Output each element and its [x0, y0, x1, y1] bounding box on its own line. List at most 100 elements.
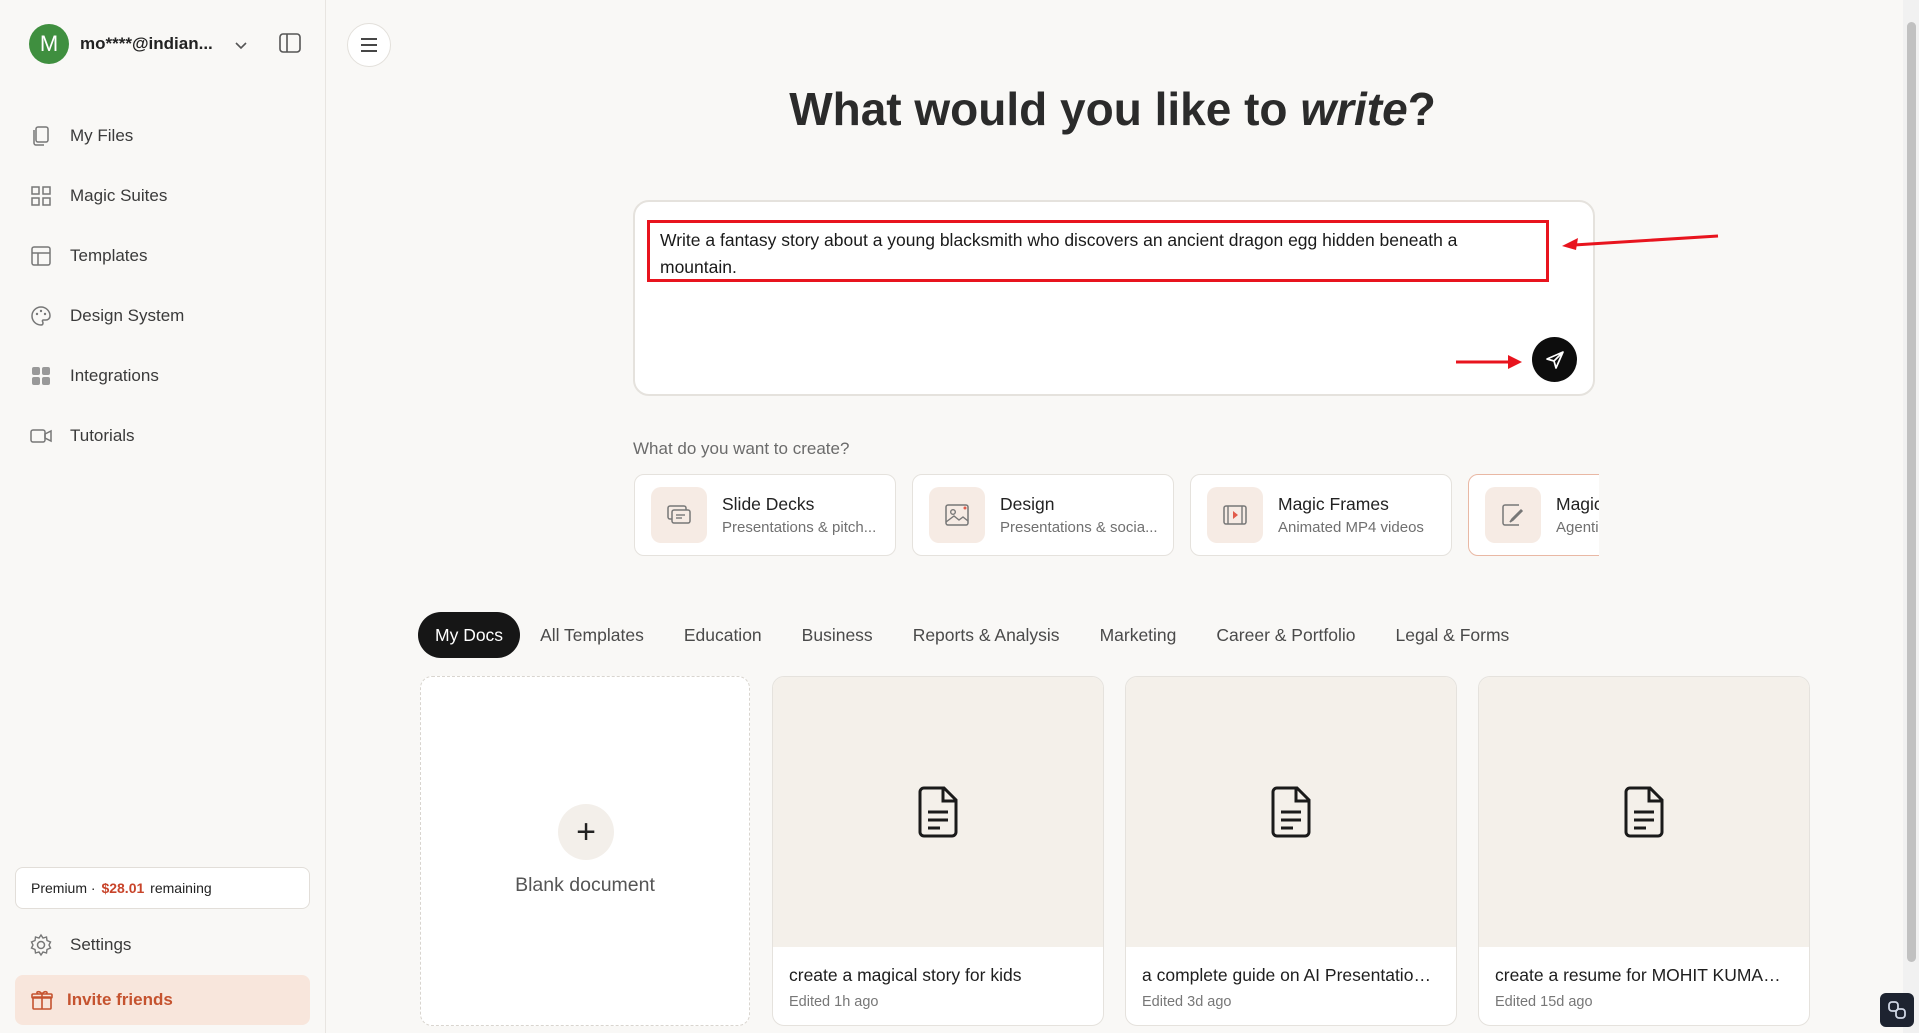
- video-icon: [30, 429, 52, 443]
- layout-icon: [31, 246, 51, 266]
- card-icon-wrap: [1485, 487, 1541, 543]
- doc-thumbnail: [1479, 677, 1809, 947]
- edit-doc-icon: [1502, 504, 1524, 526]
- premium-prefix: Premium ·: [31, 880, 100, 896]
- chevron-down-icon[interactable]: [233, 37, 249, 53]
- create-cards: Slide Decks Presentations & pitch... Des…: [633, 474, 1599, 558]
- sidebar-item-templates[interactable]: Templates: [29, 226, 309, 286]
- menu-button[interactable]: [347, 23, 391, 67]
- doc-edited: Edited 15d ago: [1495, 994, 1593, 1010]
- card-magic-frames[interactable]: Magic Frames Animated MP4 videos: [1190, 474, 1452, 556]
- premium-amount: $28.01: [101, 880, 145, 896]
- sidebar-item-my-files[interactable]: My Files: [29, 106, 309, 166]
- tab-career-portfolio[interactable]: Career & Portfolio: [1196, 612, 1375, 658]
- tab-education[interactable]: Education: [664, 612, 782, 658]
- sidebar-item-magic-suites[interactable]: Magic Suites: [29, 166, 309, 226]
- sidebar-item-label: Magic Suites: [70, 186, 168, 205]
- slides-icon: [667, 505, 691, 524]
- sidebar-nav: My Files Magic Suites Templates Design S…: [29, 106, 309, 466]
- sidebar-item-label: Templates: [70, 246, 148, 265]
- tab-marketing[interactable]: Marketing: [1080, 612, 1197, 658]
- card-subtitle: Presentations & pitch...: [722, 519, 877, 536]
- link-icon: [1888, 1001, 1906, 1019]
- premium-suffix: remaining: [146, 880, 212, 896]
- card-icon-wrap: [651, 487, 707, 543]
- gift-icon: [31, 990, 53, 1010]
- doc-edited: Edited 1h ago: [789, 994, 879, 1010]
- doc-title: a complete guide on AI Presentation ...: [1142, 965, 1440, 985]
- send-icon: [1545, 350, 1564, 369]
- card-title: Magic: [1556, 494, 1599, 514]
- invite-friends-button[interactable]: Invite friends: [15, 975, 310, 1025]
- scrollbar-thumb[interactable]: [1907, 22, 1916, 962]
- sidebar-item-label: Integrations: [70, 366, 159, 385]
- doc-thumbnail: [773, 677, 1103, 947]
- card-slide-decks[interactable]: Slide Decks Presentations & pitch...: [634, 474, 896, 556]
- sidebar-toggle-icon[interactable]: [279, 33, 301, 53]
- card-subtitle: Animated MP4 videos: [1278, 519, 1424, 536]
- document-icon: [1271, 786, 1311, 838]
- card-title: Design: [1000, 494, 1055, 514]
- prompt-input[interactable]: Write a fantasy story about a young blac…: [647, 220, 1549, 282]
- tab-business[interactable]: Business: [782, 612, 893, 658]
- hamburger-icon: [361, 38, 377, 52]
- annotation-arrow-icon: [1456, 355, 1522, 369]
- floating-widget[interactable]: [1880, 993, 1914, 1027]
- grid-icon: [31, 186, 51, 206]
- page-title: What would you like to write?: [326, 82, 1899, 136]
- apps-icon: [32, 367, 50, 385]
- invite-label: Invite friends: [67, 990, 173, 1009]
- avatar[interactable]: M: [29, 24, 69, 64]
- sidebar-item-label: My Files: [70, 126, 134, 145]
- card-icon-wrap: [1207, 487, 1263, 543]
- card-magic-writer[interactable]: Magic Agenti: [1468, 474, 1599, 556]
- tab-reports-analysis[interactable]: Reports & Analysis: [893, 612, 1080, 658]
- send-button[interactable]: [1532, 337, 1577, 382]
- doc-card[interactable]: create a magical story for kids Edited 1…: [772, 676, 1104, 1026]
- card-icon-wrap: [929, 487, 985, 543]
- premium-status[interactable]: Premium · $28.01 remaining: [15, 867, 310, 909]
- tab-my-docs[interactable]: My Docs: [418, 612, 521, 658]
- headline-emphasis: write: [1300, 83, 1408, 135]
- doc-thumbnail: [1126, 677, 1456, 947]
- card-title: Slide Decks: [722, 494, 815, 514]
- doc-card[interactable]: a complete guide on AI Presentation ... …: [1125, 676, 1457, 1026]
- tab-all-templates[interactable]: All Templates: [520, 612, 664, 658]
- settings-button[interactable]: Settings: [29, 930, 131, 960]
- card-subtitle: Presentations & socia...: [1000, 519, 1158, 536]
- headline-end: ?: [1407, 83, 1436, 135]
- doc-card[interactable]: create a resume for MOHIT KUMAR J... Edi…: [1478, 676, 1810, 1026]
- film-icon: [1223, 505, 1247, 525]
- doc-edited: Edited 3d ago: [1142, 994, 1232, 1010]
- settings-label: Settings: [70, 935, 132, 954]
- sidebar: M mo****@indian... My Files Magic Suites…: [0, 0, 326, 1033]
- document-icon: [918, 786, 958, 838]
- sidebar-item-label: Design System: [70, 306, 185, 325]
- files-icon: [33, 126, 49, 146]
- create-label: What do you want to create?: [633, 439, 850, 458]
- card-title: Magic Frames: [1278, 494, 1389, 514]
- prompt-box[interactable]: Write a fantasy story about a young blac…: [633, 200, 1595, 396]
- blank-document-label: Blank document: [515, 874, 655, 896]
- card-design[interactable]: Design Presentations & socia...: [912, 474, 1174, 556]
- sidebar-item-integrations[interactable]: Integrations: [29, 346, 309, 406]
- account-email: mo****@indian...: [80, 34, 213, 53]
- sidebar-item-tutorials[interactable]: Tutorials: [29, 406, 309, 466]
- gear-icon: [30, 933, 52, 957]
- doc-title: create a magical story for kids: [789, 965, 1022, 985]
- annotation-arrow-icon: [1562, 234, 1719, 250]
- palette-icon: [31, 306, 51, 326]
- blank-document-card[interactable]: + Blank document: [420, 676, 750, 1026]
- account-switcher[interactable]: M mo****@indian...: [29, 24, 213, 64]
- image-icon: [945, 504, 969, 526]
- headline-text: What would you like to: [789, 83, 1301, 135]
- scrollbar[interactable]: [1903, 0, 1919, 1033]
- sidebar-item-design-system[interactable]: Design System: [29, 286, 309, 346]
- card-subtitle: Agenti: [1556, 519, 1599, 536]
- sidebar-item-label: Tutorials: [70, 426, 135, 445]
- tab-legal-forms[interactable]: Legal & Forms: [1376, 612, 1530, 658]
- doc-title: create a resume for MOHIT KUMAR J...: [1495, 965, 1793, 985]
- plus-icon: +: [558, 804, 614, 860]
- document-icon: [1624, 786, 1664, 838]
- category-tabs: My Docs All Templates Education Business…: [418, 612, 1529, 658]
